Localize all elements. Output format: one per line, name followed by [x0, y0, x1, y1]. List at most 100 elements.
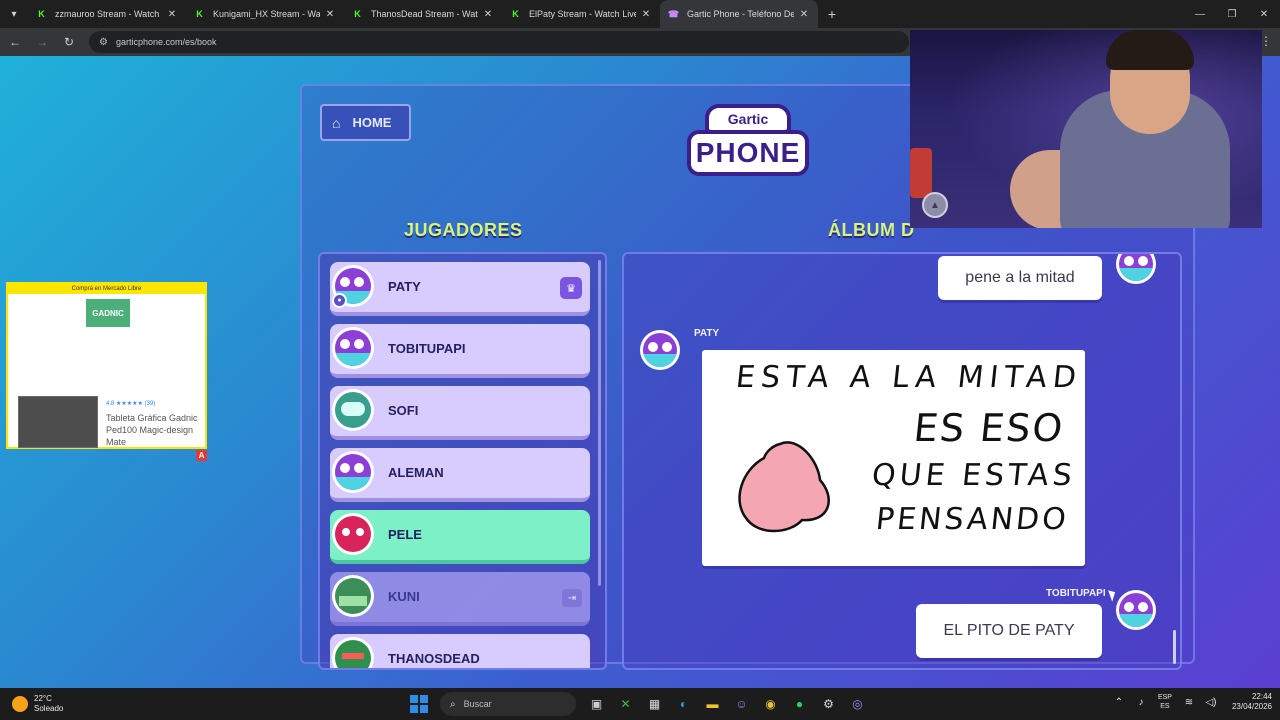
- album-author: TOBITUPAPI: [1046, 588, 1106, 599]
- album-panel[interactable]: pene a la mitad PATY ESTA A LA MITAD ES E…: [622, 252, 1182, 670]
- webcam-person-hair: [1106, 30, 1194, 70]
- player-row[interactable]: ALEMAN: [330, 448, 590, 502]
- spotify-icon[interactable]: ●: [785, 692, 814, 716]
- ad-header: Comprá en Mercado Libre: [8, 284, 205, 294]
- player-row[interactable]: THANOSDEAD: [330, 634, 590, 668]
- mercadolibre-ad[interactable]: Comprá en Mercado Libre GADNIC 4.8 ★★★★★…: [6, 282, 207, 449]
- tab-title: ThanosDead Stream - Watch Li: [371, 9, 478, 19]
- lang-top: ESP: [1157, 694, 1172, 701]
- player-row[interactable]: ● ♛ PATY: [330, 262, 590, 316]
- kick-icon: K: [512, 9, 519, 19]
- album-text-entry: pene a la mitad: [938, 256, 1102, 300]
- site-info-icon[interactable]: ⚙: [99, 37, 108, 48]
- devil-avatar-icon: [332, 513, 374, 555]
- tab-close-icon[interactable]: ✕: [166, 9, 178, 20]
- tab-title: zzmauroo Stream - Watch Live: [55, 9, 162, 19]
- tab-close-icon[interactable]: ✕: [640, 9, 652, 20]
- player-name: PATY: [388, 279, 421, 294]
- minimize-icon[interactable]: —: [1184, 0, 1216, 28]
- taskbar-clock[interactable]: 22:44 23/04/2026: [1232, 692, 1272, 712]
- chevron-up-icon[interactable]: ⌃: [1108, 697, 1130, 708]
- volume-icon[interactable]: ◁): [1200, 697, 1222, 708]
- tab-title: ElPaty Stream - Watch Live on K: [529, 9, 636, 19]
- browser-tab[interactable]: ☎ Gartic Phone - Teléfono Descon ✕: [660, 0, 818, 28]
- player-row[interactable]: ⇥ KUNI: [330, 572, 590, 626]
- tab-close-icon[interactable]: ✕: [324, 9, 336, 20]
- album-scrollbar[interactable]: [1173, 630, 1176, 664]
- edge-icon[interactable]: ◐: [669, 692, 698, 716]
- discord-icon[interactable]: ☺: [727, 692, 756, 716]
- lang-bottom: ES: [1160, 703, 1170, 710]
- taskbar-search[interactable]: ⌕ Buscar: [440, 692, 576, 716]
- weather-text: Soleado: [34, 704, 64, 713]
- new-tab-button[interactable]: +: [818, 0, 846, 28]
- players-heading: JUGADORES: [404, 220, 523, 240]
- logo-bottom-text: PHONE: [687, 130, 809, 176]
- obs-icon[interactable]: ◎: [843, 692, 872, 716]
- tab-list: Kzzmauroo Stream - Watch Live ✕ K Kunigami_…: [28, 0, 818, 28]
- ad-badge: A: [196, 450, 207, 461]
- tab-title: Gartic Phone - Teléfono Descon: [687, 9, 794, 19]
- steam-icon[interactable]: ⚙: [814, 692, 843, 716]
- reload-icon[interactable]: ↻: [57, 30, 81, 54]
- croc-avatar-icon: [332, 575, 374, 617]
- ad-product-image: [18, 396, 98, 448]
- maximize-icon[interactable]: ❐: [1216, 0, 1248, 28]
- wifi-icon[interactable]: ≋: [1178, 697, 1200, 708]
- players-list[interactable]: ● ♛ PATY TOBITUPAPI SOFI ALEMAN PELE ⇥ KUNI THANO…: [318, 252, 607, 670]
- crown-icon: ♛: [560, 277, 582, 299]
- tab-search-icon[interactable]: ▾: [0, 0, 28, 28]
- exit-icon: ⇥: [562, 589, 582, 607]
- player-row[interactable]: PELE: [330, 510, 590, 564]
- file-explorer-icon[interactable]: ▬: [698, 692, 727, 716]
- bird-avatar-icon: [1116, 254, 1156, 284]
- back-icon[interactable]: ←: [3, 30, 27, 54]
- search-icon: ⌕: [450, 698, 456, 710]
- goblin-avatar-icon: [332, 637, 374, 668]
- chrome-icon[interactable]: ◉: [756, 692, 785, 716]
- xbox-icon[interactable]: ✕: [611, 692, 640, 716]
- tab-close-icon[interactable]: ✕: [798, 9, 810, 20]
- task-view-icon[interactable]: ▣: [582, 692, 611, 716]
- clock-date: 23/04/2026: [1231, 702, 1272, 711]
- player-row[interactable]: TOBITUPAPI: [330, 324, 590, 378]
- weather-widget[interactable]: 22°C Soleado: [12, 694, 63, 714]
- address-bar[interactable]: ⚙ garticphone.com/es/book: [89, 31, 909, 53]
- kick-icon: K: [38, 9, 45, 19]
- album-text-entry: EL PITO DE PATY: [916, 604, 1102, 658]
- lamp-icon: ▲: [922, 192, 948, 218]
- microphone-icon[interactable]: ♪: [1130, 697, 1152, 708]
- forward-icon[interactable]: →: [30, 30, 54, 54]
- bird-avatar-icon: [1116, 590, 1156, 630]
- windows-start-icon[interactable]: [410, 695, 428, 713]
- robot-avatar-icon: [332, 389, 374, 431]
- players-scrollbar[interactable]: [598, 260, 601, 586]
- player-row[interactable]: SOFI: [330, 386, 590, 440]
- webcam-overlay: ▲: [910, 30, 1262, 228]
- kick-icon: K: [354, 9, 361, 19]
- url-text: garticphone.com/es/book: [115, 37, 217, 47]
- user-icon: ●: [332, 293, 347, 308]
- ad-product-title: Tableta Gráfica Gadnic Ped100 Magic-desi…: [106, 413, 198, 447]
- tab-title: Kunigami_HX Stream - Watch Li: [213, 9, 320, 19]
- browser-tab[interactable]: K ThanosDead Stream - Watch Li ✕: [344, 0, 502, 28]
- close-window-icon[interactable]: ✕: [1248, 0, 1280, 28]
- player-name: THANOSDEAD: [388, 651, 480, 666]
- player-name: ALEMAN: [388, 465, 444, 480]
- language-indicator[interactable]: ESP ES: [1158, 693, 1172, 711]
- ad-rating-count: (39): [144, 401, 156, 407]
- browser-tab[interactable]: K ElPaty Stream - Watch Live on K ✕: [502, 0, 660, 28]
- drawing-text: ESTA A LA MITAD: [734, 360, 1084, 395]
- browser-tab[interactable]: K Kunigami_HX Stream - Watch Li ✕: [186, 0, 344, 28]
- browser-tab[interactable]: Kzzmauroo Stream - Watch Live ✕: [28, 0, 186, 28]
- store-icon[interactable]: ▦: [640, 692, 669, 716]
- webcam-bottle: [910, 148, 932, 198]
- weather-temp: 22°C: [34, 694, 52, 703]
- gartic-phone-logo: Gartic PHONE: [687, 102, 809, 180]
- tab-close-icon[interactable]: ✕: [482, 9, 494, 20]
- home-button[interactable]: ⌂ HOME: [320, 104, 411, 141]
- album-text: EL PITO DE PATY: [943, 622, 1075, 639]
- player-name: SOFI: [388, 403, 419, 418]
- player-name: TOBITUPAPI: [388, 341, 466, 356]
- bird-avatar-icon: [332, 327, 374, 369]
